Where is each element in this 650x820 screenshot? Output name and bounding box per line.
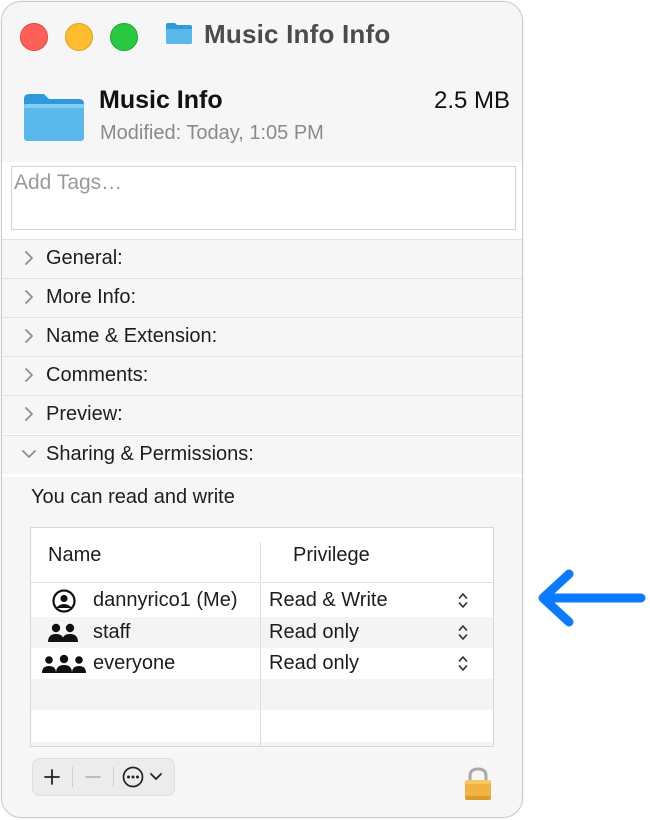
callout-arrow-icon <box>538 569 646 627</box>
table-row[interactable]: dannyrico1 (Me) Read & Write <box>31 585 493 616</box>
table-row[interactable]: staff Read only <box>31 617 493 648</box>
close-button[interactable] <box>20 23 48 51</box>
column-header-privilege[interactable]: Privilege <box>262 528 493 583</box>
three-people-icon <box>42 654 86 673</box>
toolbar-separator <box>72 767 73 787</box>
empty-row <box>31 742 493 746</box>
folder-icon <box>166 23 192 44</box>
chevron-right-icon <box>25 329 33 343</box>
tags-field[interactable]: Add Tags… <box>11 166 516 230</box>
section-label: General: <box>46 247 123 269</box>
table-row[interactable]: everyone Read only <box>31 648 493 679</box>
up-down-chevron-icon[interactable] <box>458 624 468 641</box>
tags-placeholder: Add Tags… <box>14 171 123 194</box>
chevron-right-icon <box>25 368 33 382</box>
minus-icon <box>85 776 101 778</box>
user-name: everyone <box>93 652 176 674</box>
action-menu-button[interactable] <box>116 759 174 795</box>
toolbar-separator <box>113 767 114 787</box>
user-name: staff <box>93 621 131 643</box>
permissions-toolbar <box>32 758 175 796</box>
plus-icon <box>44 769 60 785</box>
section-label: Comments: <box>46 364 149 386</box>
ellipsis-circle-icon <box>122 766 162 788</box>
chevron-down-icon <box>22 450 36 458</box>
add-button[interactable] <box>33 759 71 795</box>
privilege-value[interactable]: Read & Write <box>269 589 388 612</box>
column-header-label: Name <box>48 544 102 566</box>
chevron-right-icon <box>25 290 33 304</box>
folder-icon <box>24 94 84 141</box>
maximize-button[interactable] <box>110 23 138 51</box>
section-label: More Info: <box>46 286 137 308</box>
section-label: Name & Extension: <box>46 325 218 347</box>
file-size: 2.5 MB <box>433 87 510 114</box>
person-circle-icon <box>52 589 76 613</box>
privilege-value[interactable]: Read only <box>269 652 359 675</box>
empty-row <box>31 679 493 710</box>
chevron-right-icon <box>25 407 33 421</box>
info-window: Music Info Info Music Info 2.5 MB Modifi… <box>1 1 523 818</box>
column-header-name[interactable]: Name <box>31 528 261 583</box>
two-people-icon <box>48 623 78 642</box>
section-more-info[interactable]: More Info: <box>2 278 522 317</box>
user-name: dannyrico1 (Me) <box>93 589 238 611</box>
section-name-extension[interactable]: Name & Extension: <box>2 317 522 356</box>
permissions-table: Name Privilege dannyrico1 (Me) Read & Wr… <box>30 527 494 747</box>
column-header-label: Privilege <box>293 544 370 566</box>
title-bar: Music Info Info <box>2 2 522 67</box>
file-name: Music Info <box>99 86 223 114</box>
section-sharing-permissions[interactable]: Sharing & Permissions: <box>2 435 522 474</box>
section-label: Sharing & Permissions: <box>46 443 254 465</box>
permissions-note: You can read and write <box>31 486 235 508</box>
column-divider[interactable] <box>260 542 261 746</box>
section-general[interactable]: General: <box>2 239 522 278</box>
modified-date: Modified: Today, 1:05 PM <box>100 122 324 144</box>
lock-icon[interactable] <box>463 766 493 802</box>
section-comments[interactable]: Comments: <box>2 356 522 395</box>
minimize-button[interactable] <box>65 23 93 51</box>
up-down-chevron-icon[interactable] <box>458 592 468 609</box>
window-title: Music Info Info <box>204 19 391 49</box>
chevron-right-icon <box>25 251 33 265</box>
section-preview[interactable]: Preview: <box>2 395 522 434</box>
section-label: Preview: <box>46 403 123 425</box>
privilege-value[interactable]: Read only <box>269 621 359 644</box>
up-down-chevron-icon[interactable] <box>458 655 468 672</box>
remove-button[interactable] <box>74 759 112 795</box>
file-header: Music Info 2.5 MB Modified: Today, 1:05 … <box>2 66 522 162</box>
